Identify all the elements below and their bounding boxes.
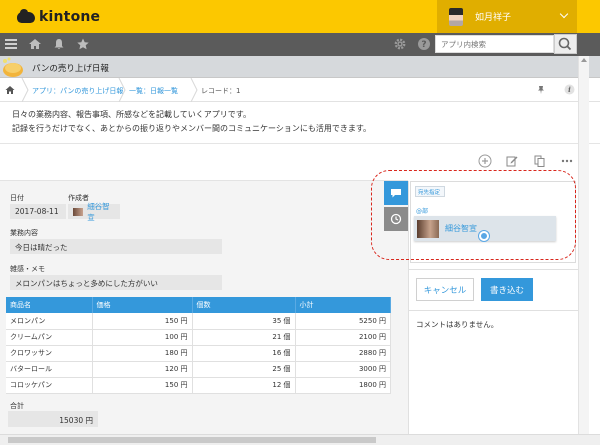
breadcrumb-separator — [118, 78, 126, 102]
chevron-down-icon — [559, 9, 569, 19]
home-icon[interactable] — [5, 85, 15, 95]
breadcrumb-list-link[interactable]: 一覧：日報一覧 — [129, 86, 178, 96]
app-search-input[interactable] — [436, 36, 553, 52]
no-comments-text: コメントはありません。 — [416, 320, 499, 329]
vertical-scrollbar[interactable] — [578, 56, 589, 434]
description-line: 日々の業務内容、報告事項、所感などを記載していくアプリです。 — [12, 110, 251, 119]
user-avatar — [449, 7, 463, 26]
creator-avatar — [73, 207, 84, 216]
subtotal-cell: 2880 円 — [295, 345, 391, 362]
breadcrumb-app-link[interactable]: アプリ：パンの売り上げ日報 — [32, 86, 123, 96]
price-cell: 120 円 — [92, 361, 193, 378]
product-cell: バターロール — [6, 361, 93, 378]
highlight-annotation — [371, 170, 576, 260]
help-icon[interactable]: ? — [417, 37, 431, 51]
total-value: 15030 円 — [8, 411, 98, 427]
search-icon — [558, 37, 572, 51]
table-row: クリームパン 100 円 21 個 2100 円 — [6, 329, 391, 346]
svg-text:?: ? — [421, 40, 426, 50]
home-icon[interactable] — [28, 37, 42, 51]
info-icon[interactable]: i — [564, 84, 575, 95]
more-options-icon[interactable] — [560, 154, 574, 168]
star-icon[interactable] — [76, 37, 90, 51]
divider — [408, 310, 578, 311]
price-cell: 100 円 — [92, 329, 193, 346]
divider — [0, 143, 600, 144]
subtotal-cell: 3000 円 — [295, 361, 391, 378]
post-comment-button[interactable]: 書き込む — [481, 278, 533, 301]
total-label: 合計 — [10, 402, 24, 410]
breadcrumb: アプリ：パンの売り上げ日報 一覧：日報一覧 レコード：1 i — [0, 78, 600, 102]
scroll-up-arrow-icon[interactable] — [581, 58, 587, 62]
subtotal-cell: 1800 円 — [295, 377, 391, 394]
column-header: 小計 — [295, 297, 391, 313]
app-description: 日々の業務内容、報告事項、所感などを記載していくアプリです。 記録を行うだけでな… — [12, 108, 371, 136]
divider — [408, 269, 578, 270]
product-cell: コロッケパン — [6, 377, 93, 394]
kintone-logo[interactable]: kintone — [17, 8, 101, 25]
breadcrumb-separator — [21, 78, 29, 102]
app-search-field[interactable] — [435, 35, 554, 53]
gear-icon[interactable] — [393, 37, 407, 51]
work-label: 業務内容 — [10, 229, 38, 237]
description-line: 記録を行うだけでなく、あとからの振り返りやメンバー間のコミュニケーションにも活用… — [12, 124, 372, 133]
table-row: バターロール 120 円 25 個 3000 円 — [6, 361, 391, 378]
column-header: 個数 — [192, 297, 296, 313]
quantity-cell: 21 個 — [192, 329, 296, 346]
table-header-row: 商品名 価格 個数 小計 — [6, 297, 391, 313]
date-value: 2017-08-11 — [10, 204, 66, 219]
creator-label: 作成者 — [68, 194, 89, 202]
product-cell: クロワッサン — [6, 345, 93, 362]
horizontal-scrollbar[interactable] — [0, 434, 600, 445]
menu-icon[interactable] — [4, 37, 18, 51]
quantity-cell: 16 個 — [192, 345, 296, 362]
sales-table: 商品名 価格 個数 小計 メロンパン 150 円 35 個 5250 円 クリー… — [6, 297, 391, 394]
user-name: 如月祥子 — [475, 13, 512, 23]
breadcrumb-record: レコード：1 — [201, 87, 241, 95]
cancel-button[interactable]: キャンセル — [416, 278, 474, 301]
date-label: 日付 — [10, 194, 24, 202]
price-cell: 180 円 — [92, 345, 193, 362]
app-header: パンの売り上げ日報 — [0, 56, 600, 78]
svg-text:i: i — [568, 85, 571, 94]
memo-value: メロンパンはちょっと多めにした方がいい — [10, 275, 222, 290]
app-title: パンの売り上げ日報 — [32, 64, 109, 74]
table-row: メロンパン 150 円 35 個 5250 円 — [6, 313, 391, 330]
creator-value: 細谷智宣 — [68, 202, 120, 222]
pin-icon[interactable] — [536, 85, 546, 95]
creator-name[interactable]: 細谷智宣 — [87, 201, 115, 223]
product-cell: クリームパン — [6, 329, 93, 346]
subtotal-cell: 5250 円 — [295, 313, 391, 330]
memo-label: 雑感・メモ — [10, 265, 45, 273]
quantity-cell: 35 個 — [192, 313, 296, 330]
column-header: 価格 — [92, 297, 193, 313]
search-button[interactable] — [554, 34, 577, 54]
brand-name: kintone — [39, 9, 101, 25]
table-row: コロッケパン 150 円 12 個 1800 円 — [6, 377, 391, 394]
table-row: クロワッサン 180 円 16 個 2880 円 — [6, 345, 391, 362]
user-menu[interactable]: 如月祥子 — [437, 0, 577, 33]
product-cell: メロンパン — [6, 313, 93, 330]
bell-icon[interactable] — [52, 37, 66, 51]
work-value: 今日は晴だった — [10, 239, 222, 254]
price-cell: 150 円 — [92, 377, 193, 394]
edit-icon[interactable] — [505, 154, 519, 168]
top-header: kintone 如月祥子 — [0, 0, 600, 33]
scrollbar-thumb[interactable] — [8, 437, 376, 443]
quantity-cell: 25 個 — [192, 361, 296, 378]
add-record-icon[interactable] — [478, 154, 492, 168]
subtotal-cell: 2100 円 — [295, 329, 391, 346]
bread-app-icon — [3, 57, 23, 77]
cybozu-logo-icon — [17, 8, 35, 23]
duplicate-icon[interactable] — [533, 154, 547, 168]
breadcrumb-separator — [190, 78, 198, 102]
quantity-cell: 12 個 — [192, 377, 296, 394]
price-cell: 150 円 — [92, 313, 193, 330]
column-header: 商品名 — [6, 297, 93, 313]
